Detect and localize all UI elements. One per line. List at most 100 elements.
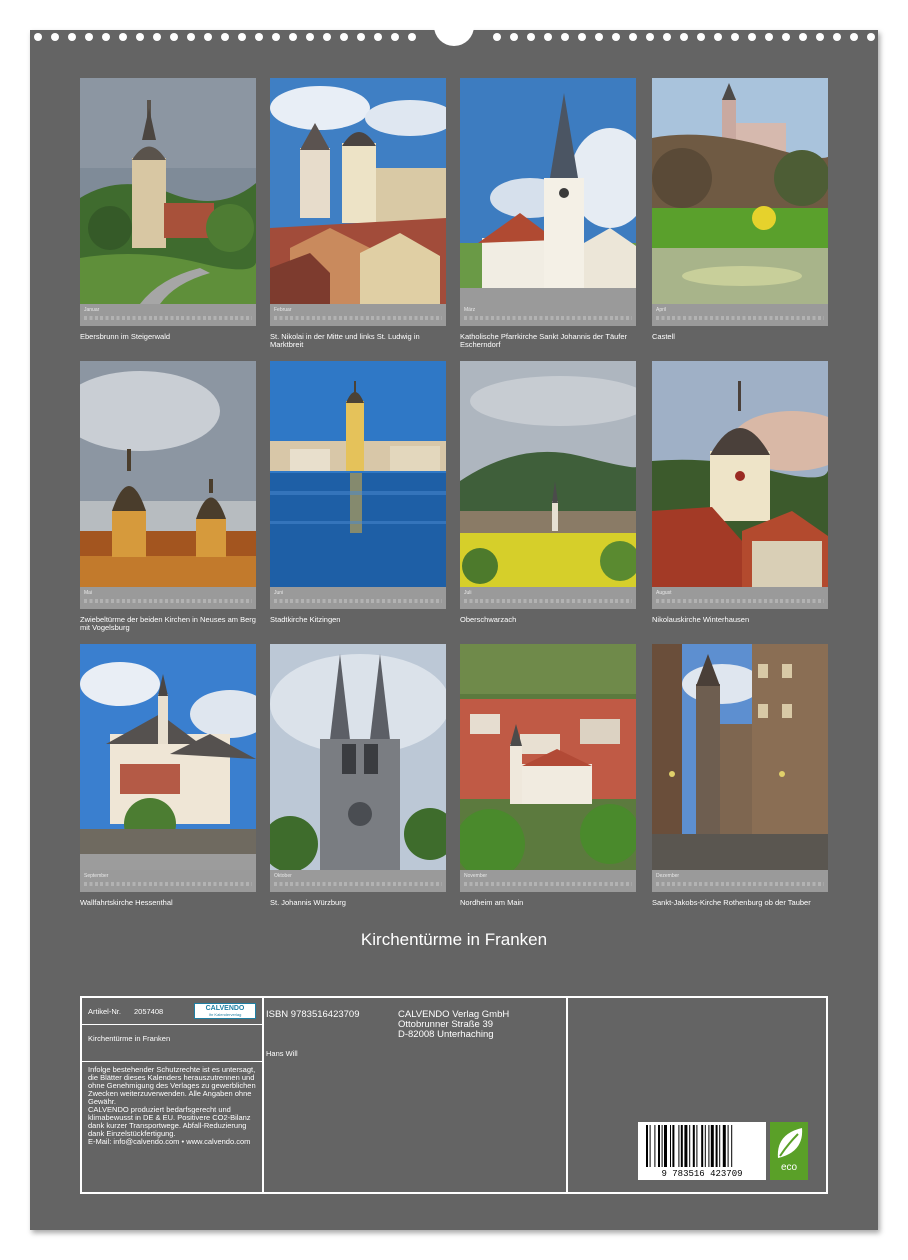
month-photo xyxy=(270,644,446,870)
calvendo-logo: CALVENDO Ihr Kalenderverlag xyxy=(194,1003,256,1019)
photo-caption: Zwiebeltürme der beiden Kirchen in Neuse… xyxy=(80,615,256,632)
binding-hole xyxy=(357,33,365,41)
month-strip: Januar xyxy=(80,304,256,326)
contact-email: E-Mail: info@calvendo.com • www.calvendo… xyxy=(88,1137,251,1146)
binding-hole xyxy=(714,33,722,41)
month-photo xyxy=(80,361,256,587)
binding-hole xyxy=(646,33,654,41)
binding-hole xyxy=(731,33,739,41)
month-photo xyxy=(460,644,636,870)
binding-hole xyxy=(578,33,586,41)
binding-hole xyxy=(510,33,518,41)
binding-hole xyxy=(391,33,399,41)
month-strip: November xyxy=(460,870,636,892)
month-name: Dezember xyxy=(656,873,680,879)
photo-caption: St. Nikolai in der Mitte und links St. L… xyxy=(270,332,420,349)
author-name: Hans Will xyxy=(266,1049,298,1058)
day-grid xyxy=(464,599,632,603)
month-name: Juli xyxy=(464,590,472,596)
eco-badge: eco xyxy=(770,1122,808,1180)
product-title: Kirchentürme in Franken xyxy=(88,1034,171,1043)
month-name: Oktober xyxy=(274,873,292,879)
month-strip: April xyxy=(652,304,828,326)
binding-hole xyxy=(170,33,178,41)
binding-hole xyxy=(374,33,382,41)
month-photo xyxy=(460,361,636,587)
day-grid xyxy=(84,316,252,320)
binding-hole xyxy=(255,33,263,41)
binding-hole xyxy=(697,33,705,41)
article-row: Artikel-Nr. 2057408 CALVENDO Ihr Kalende… xyxy=(82,998,262,1025)
binding-hole xyxy=(136,33,144,41)
photo-caption: Sankt-Jakobs-Kirche Rothenburg ob der Ta… xyxy=(652,898,811,907)
month-photo xyxy=(80,78,256,304)
binding-hole xyxy=(340,33,348,41)
binding-hole xyxy=(238,33,246,41)
photo-caption: Castell xyxy=(652,332,675,341)
month-name: Juni xyxy=(274,590,284,596)
barcode-digits: 9 783516 423709 xyxy=(661,1169,743,1179)
photo-caption: Stadtkirche Kitzingen xyxy=(270,615,341,624)
publisher-address: CALVENDO Verlag GmbH Ottobrunner Straße … xyxy=(398,1010,509,1040)
month-strip: März xyxy=(460,304,636,326)
binding-hole xyxy=(34,33,42,41)
month-photo xyxy=(652,644,828,870)
binding-hole xyxy=(85,33,93,41)
month-name: März xyxy=(464,307,476,313)
photo-caption: Oberschwarzach xyxy=(460,615,517,624)
photo-caption: Ebersbrunn im Steigerwald xyxy=(80,332,171,341)
day-grid xyxy=(84,599,252,603)
spiral-binding xyxy=(30,20,878,46)
eco-statement: CALVENDO produziert bedarfsgerecht und k… xyxy=(88,1105,251,1138)
binding-hole xyxy=(748,33,756,41)
month-photo xyxy=(652,78,828,304)
binding-hole xyxy=(408,33,416,41)
binding-hole xyxy=(527,33,535,41)
month-strip: Dezember xyxy=(652,870,828,892)
day-grid xyxy=(656,599,824,603)
day-grid xyxy=(464,316,632,320)
product-title-row: Kirchentürme in Franken xyxy=(82,1025,262,1062)
article-label: Artikel-Nr. xyxy=(88,1007,121,1016)
binding-hole xyxy=(187,33,195,41)
logo-subtitle: Ihr Kalenderverlag xyxy=(208,1012,242,1017)
legal-text: Infolge bestehender Schutzrechte ist es … xyxy=(88,1065,256,1106)
binding-hole xyxy=(867,33,875,41)
month-strip: Juni xyxy=(270,587,446,609)
day-grid xyxy=(84,882,252,886)
month-name: April xyxy=(656,307,667,313)
photo-caption: St. Johannis Würzburg xyxy=(270,898,346,907)
binding-hole xyxy=(493,33,501,41)
day-grid xyxy=(656,882,824,886)
binding-hole xyxy=(153,33,161,41)
month-photo xyxy=(80,644,256,870)
binding-hole xyxy=(782,33,790,41)
binding-hole xyxy=(799,33,807,41)
month-name: August xyxy=(656,590,672,596)
binding-hole xyxy=(68,33,76,41)
day-grid xyxy=(464,882,632,886)
month-strip: Oktober xyxy=(270,870,446,892)
month-strip: August xyxy=(652,587,828,609)
day-grid xyxy=(274,599,442,603)
publisher-city: D-82008 Unterhaching xyxy=(398,1029,494,1040)
day-grid xyxy=(274,316,442,320)
binding-hole xyxy=(595,33,603,41)
month-name: November xyxy=(464,873,488,879)
month-photo xyxy=(270,78,446,304)
hanger-notch xyxy=(434,20,474,46)
photo-caption: Wallfahrtskirche Hessenthal xyxy=(80,898,173,907)
photo-caption: Katholische Pfarrkirche Sankt Johannis d… xyxy=(460,332,628,349)
article-number: 2057408 xyxy=(134,1007,164,1016)
photo-caption: Nordheim am Main xyxy=(460,898,524,907)
binding-hole xyxy=(272,33,280,41)
binding-hole xyxy=(833,33,841,41)
binding-hole xyxy=(102,33,110,41)
binding-hole xyxy=(204,33,212,41)
binding-hole xyxy=(544,33,552,41)
binding-hole xyxy=(561,33,569,41)
eco-label: eco xyxy=(780,1162,798,1173)
binding-hole xyxy=(850,33,858,41)
binding-hole xyxy=(119,33,127,41)
legal-notice: Infolge bestehender Schutzrechte ist es … xyxy=(88,1066,256,1146)
